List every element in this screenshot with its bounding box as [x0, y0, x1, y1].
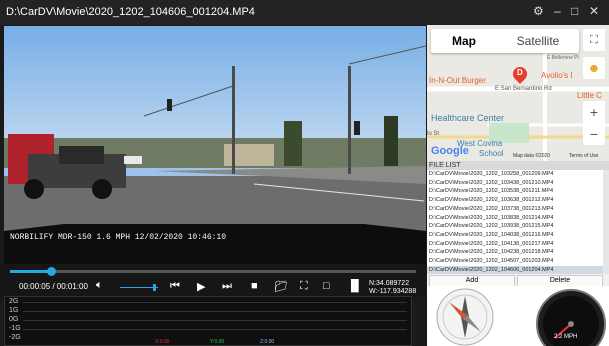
next-icon[interactable]: ⏭︎ — [222, 280, 232, 293]
graph-y-label: 0G — [9, 316, 19, 323]
volume-icon[interactable]: 🔈︎ — [96, 279, 103, 292]
map-marker-label: D — [517, 68, 523, 77]
map-attribution: Map data ©2020 — [513, 153, 551, 159]
file-list-item[interactable]: D:\CarDV\Movie\2020_1202_104138_001217.M… — [427, 240, 607, 249]
map-label: lo St — [427, 131, 440, 137]
speed-readout: 2.2 MPH — [554, 334, 578, 340]
map-panel[interactable]: Map Satellite ⛶ E Bellerrine Pl In-N-Out… — [427, 25, 609, 161]
coordinates-display: N:34.089722 W:-117.934288 — [369, 280, 416, 296]
graph-gridline — [23, 302, 407, 303]
google-logo: Google — [431, 145, 469, 157]
zoom-in-button[interactable]: + — [583, 101, 605, 123]
zoom-out-button[interactable]: − — [583, 123, 605, 145]
file-list-item[interactable]: D:\CarDV\Movie\2020_1202_104606_001204.M… — [427, 265, 607, 274]
file-list-scrollbar[interactable] — [603, 170, 609, 274]
map-label: Healthcare Center — [431, 113, 505, 123]
gsensor-graph: 2G 1G 0G -1G -2G X:0.00 Y:0.00 Z:0.00 — [4, 296, 412, 346]
tab-satellite[interactable]: Satellite — [497, 29, 579, 53]
graph-y-label: -2G — [9, 334, 21, 341]
time-display: 00:00:05 / 00:01:00 — [19, 282, 88, 291]
pegman-icon[interactable]: ☻ — [583, 57, 605, 79]
longitude-text: W:-117.934288 — [369, 288, 417, 295]
file-list-item[interactable]: D:\CarDV\Movie\2020_1202_103738_001213.M… — [427, 205, 607, 214]
file-list: FILE LIST D:\CarDV\Movie\2020_1202_10325… — [427, 161, 609, 274]
legend-z: Z:0.00 — [260, 339, 275, 345]
close-button[interactable]: ✕ — [589, 4, 599, 18]
player-controls: 00:00:05 / 00:01:00 🔈︎ ⏮︎ ▶︎ ⏭︎ ■ 📁︎ ⛶ □… — [0, 264, 426, 296]
map-label: Little C — [577, 91, 602, 100]
seek-bar-fill — [10, 270, 51, 273]
map-label: In-N-Out Burger — [429, 76, 486, 85]
folder-icon[interactable]: 📁︎ — [274, 280, 288, 293]
file-list-item[interactable]: D:\CarDV\Movie\2020_1202_103538_001211.M… — [427, 187, 607, 196]
title-bar: D:\CarDV\Movie\2020_1202_104606_001204.M… — [0, 0, 609, 25]
video-scene — [4, 26, 426, 264]
seek-bar[interactable] — [10, 267, 416, 276]
file-list-item[interactable]: D:\CarDV\Movie\2020_1202_103258_001209.M… — [427, 170, 607, 179]
previous-icon[interactable]: ⏮︎ — [170, 280, 180, 293]
map-label: School — [479, 149, 504, 158]
minimize-button[interactable]: – — [554, 4, 561, 18]
graph-y-label: 1G — [9, 307, 19, 314]
file-list-buttons: Add Delete — [427, 274, 609, 287]
map-label: E Bellerrine Pl — [547, 55, 579, 61]
file-list-item[interactable]: D:\CarDV\Movie\2020_1202_103438_001210.M… — [427, 179, 607, 188]
map-label: E San Bernardino Rd — [495, 86, 552, 92]
graph-gridline — [23, 329, 407, 330]
video-frame[interactable]: NORBILIFY MDR-150 1.6 MPH 12/02/2020 10:… — [4, 26, 426, 264]
map-type-tabs: Map Satellite — [431, 29, 579, 53]
window-title: D:\CarDV\Movie\2020_1202_104606_001204.M… — [6, 6, 255, 18]
legend-x: X:0.00 — [155, 339, 170, 345]
volume-handle[interactable] — [153, 284, 157, 291]
tab-map[interactable]: Map — [431, 29, 497, 53]
gear-icon[interactable]: ⚙ — [533, 4, 544, 18]
file-list-header: FILE LIST — [427, 161, 609, 170]
file-list-title: FILE LIST — [429, 162, 461, 169]
file-list-item[interactable]: D:\CarDV\Movie\2020_1202_103838_001214.M… — [427, 214, 607, 223]
stop-icon[interactable]: ■ — [251, 280, 258, 292]
video-osd-text: NORBILIFY MDR-150 1.6 MPH 12/02/2020 10:… — [10, 233, 227, 242]
file-list-item[interactable]: D:\CarDV\Movie\2020_1202_104507_001203.M… — [427, 257, 607, 266]
file-list-item[interactable]: D:\CarDV\Movie\2020_1202_103638_001212.M… — [427, 196, 607, 205]
file-list-item[interactable]: D:\CarDV\Movie\2020_1202_103938_001215.M… — [427, 222, 607, 231]
crop-icon[interactable]: ⛶ — [300, 280, 308, 293]
file-list-item[interactable]: D:\CarDV\Movie\2020_1202_104038_001216.M… — [427, 231, 607, 240]
graph-y-label: 2G — [9, 298, 19, 305]
split-view-icon[interactable]: ▐▌ — [347, 280, 363, 292]
graph-gridline — [23, 311, 407, 312]
map-fullscreen-button[interactable]: ⛶ — [583, 29, 605, 51]
gauges-panel: 2.2 MPH — [427, 286, 609, 346]
map-label: Avolio's I — [541, 71, 573, 80]
graph-y-label: -1G — [9, 325, 21, 332]
file-list-item[interactable]: D:\CarDV\Movie\2020_1202_104238_001218.M… — [427, 248, 607, 257]
play-icon[interactable]: ▶︎ — [197, 280, 205, 293]
seek-handle[interactable] — [46, 267, 56, 276]
compass-icon — [436, 288, 494, 346]
zoom-controls: + − — [583, 101, 605, 145]
maximize-button[interactable]: □ — [571, 4, 578, 18]
map-terms-link[interactable]: Terms of Use — [569, 153, 598, 159]
fullscreen-icon[interactable]: □ — [323, 280, 330, 292]
latitude-text: N:34.089722 — [369, 280, 410, 287]
graph-gridline — [23, 320, 407, 321]
legend-y: Y:0.00 — [210, 339, 225, 345]
volume-slider[interactable] — [120, 284, 158, 291]
